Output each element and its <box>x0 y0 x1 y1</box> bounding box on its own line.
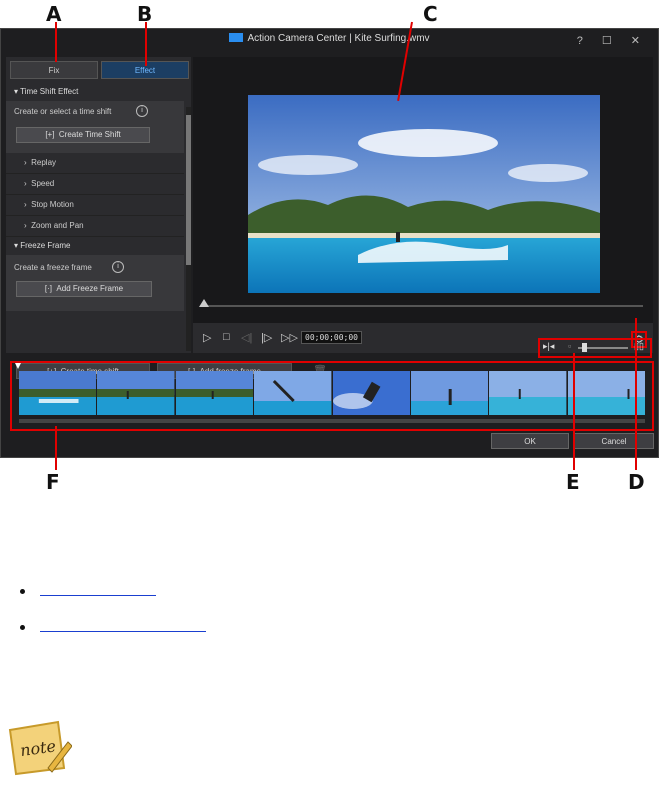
next-frame-icon[interactable]: |▷ <box>261 331 272 344</box>
bullet-dot <box>20 589 25 594</box>
list-item-label: Zoom and Pan <box>31 221 84 230</box>
time-shift-section: ▾ Time Shift Effect Create or select a t… <box>6 83 184 311</box>
window-title-wrap: Action Camera Center | Kite Surfing.wmv <box>1 33 658 44</box>
add-freeze-frame-button[interactable]: [·] Add Freeze Frame <box>16 281 152 297</box>
seek-bar[interactable] <box>203 305 643 307</box>
list-item-label: Replay <box>31 158 57 167</box>
add-freeze-frame-label: Add Freeze Frame <box>56 284 124 293</box>
previous-frame-icon[interactable]: ◁| <box>241 331 252 344</box>
ok-button[interactable]: OK <box>491 433 569 449</box>
time-shift-header-label: Time Shift Effect <box>20 87 79 96</box>
timeline-marker[interactable] <box>15 363 21 369</box>
callout-line-e <box>573 353 575 470</box>
window-controls[interactable]: ? ☐ ✕ <box>577 34 648 47</box>
callout-line-d <box>635 318 637 470</box>
create-time-shift-label: Create Time Shift <box>58 130 121 139</box>
effects-panel: Fix Effect ▾ Time Shift Effect Create or… <box>6 57 191 353</box>
info-icon[interactable]: i <box>136 105 148 117</box>
zoom-slider-thumb[interactable] <box>582 343 587 352</box>
timecode-display: 00;00;00;00 <box>301 331 362 344</box>
timeline-filmstrip <box>10 361 654 431</box>
time-shift-header[interactable]: ▾ Time Shift Effect <box>6 83 184 101</box>
thumbnail-frame[interactable] <box>567 371 645 415</box>
thumbnail-frame[interactable] <box>19 371 97 415</box>
freeze-frame-body: Create a freeze frame i [·] Add Freeze F… <box>6 255 184 311</box>
filmstrip-frames <box>19 371 645 415</box>
list-item-label: Stop Motion <box>31 200 74 209</box>
bullet-dot <box>20 625 25 630</box>
thumbnail-frame[interactable] <box>410 371 489 415</box>
create-time-shift-button[interactable]: [+] Create Time Shift <box>16 127 150 143</box>
list-item-speed[interactable]: › Speed <box>6 174 184 195</box>
time-shift-body: Create or select a time shift i [+] Crea… <box>6 101 184 153</box>
callout-f: F <box>46 470 60 494</box>
thumbnail-frame[interactable] <box>97 371 175 415</box>
thumbnail-frame[interactable] <box>175 371 254 415</box>
note-icon: note <box>8 720 72 776</box>
seek-handle[interactable] <box>199 299 209 307</box>
callout-line-a <box>55 22 57 62</box>
thumbnail-frame[interactable] <box>254 371 332 415</box>
list-item-label: Speed <box>31 179 55 188</box>
callout-a: A <box>46 2 62 26</box>
zoom-out-icon[interactable]: ▫ <box>568 341 571 351</box>
freeze-frame-prompt: Create a freeze frame <box>14 263 92 272</box>
title-bar: Action Camera Center | Kite Surfing.wmv … <box>1 29 658 53</box>
scrollbar-thumb[interactable] <box>186 115 191 265</box>
freeze-frame-header-label: Freeze Frame <box>20 241 71 250</box>
link-underline <box>40 595 156 596</box>
time-shift-prompt: Create or select a time shift <box>14 107 112 116</box>
preview-area: ▷ □ ◁| |▷ ▷▷ 00;00;00;00 ⚙ <box>193 57 653 353</box>
fast-forward-icon[interactable]: ▷▷ <box>281 331 298 344</box>
stop-icon[interactable]: □ <box>223 331 230 343</box>
thumbnail-frame[interactable] <box>489 371 567 415</box>
callout-d: D <box>628 470 645 494</box>
link-underline <box>40 631 206 632</box>
app-window: Action Camera Center | Kite Surfing.wmv … <box>0 28 659 458</box>
cancel-button[interactable]: Cancel <box>574 433 654 449</box>
freeze-frame-header[interactable]: ▾ Freeze Frame <box>6 237 184 255</box>
filmstrip-scrollbar[interactable] <box>19 419 645 423</box>
list-item-stop-motion[interactable]: › Stop Motion <box>6 195 184 216</box>
bullet-link-1[interactable] <box>20 585 220 599</box>
window-title: Action Camera Center | Kite Surfing.wmv <box>247 33 430 44</box>
callout-line-b <box>145 22 147 66</box>
info-icon[interactable]: i <box>112 261 124 273</box>
list-item-zoom-and-pan[interactable]: › Zoom and Pan <box>6 216 184 237</box>
app-logo-icon <box>229 33 244 42</box>
callout-c: C <box>423 2 438 26</box>
fit-timeline-icon[interactable]: ▸|◂ <box>543 341 554 352</box>
callout-line-f <box>55 426 57 470</box>
bullet-link-2[interactable] <box>20 621 220 635</box>
callout-e: E <box>566 470 580 494</box>
panel-scrollbar[interactable] <box>186 107 191 351</box>
video-preview <box>248 95 600 293</box>
play-icon[interactable]: ▷ <box>203 331 211 344</box>
list-item-replay[interactable]: › Replay <box>6 153 184 174</box>
tab-fix[interactable]: Fix <box>10 61 98 79</box>
thumbnail-frame[interactable] <box>332 371 410 415</box>
